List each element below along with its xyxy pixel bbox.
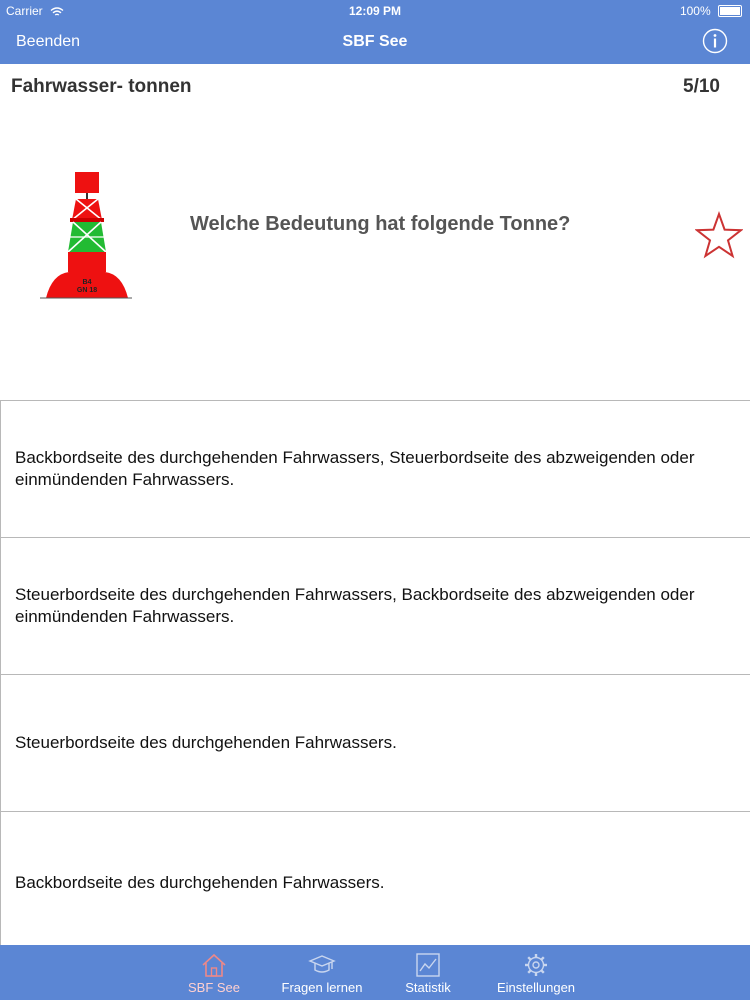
answer-option-1[interactable]: Backbordseite des durchgehenden Fahrwass… — [0, 400, 750, 537]
buoy-label-bottom: GN 18 — [77, 287, 97, 294]
tab-label: Statistik — [405, 980, 451, 995]
tab-bar: SBF See Fragen lernen Statistik Einstell… — [0, 945, 750, 1000]
tab-einstellungen[interactable]: Einstellungen — [486, 945, 586, 1000]
chart-icon — [416, 953, 440, 977]
status-time: 12:09 PM — [348, 4, 402, 18]
tab-fragen-lernen[interactable]: Fragen lernen — [272, 945, 372, 1000]
favorite-star-icon[interactable] — [695, 211, 743, 259]
tab-statistik[interactable]: Statistik — [388, 945, 468, 1000]
gear-icon — [525, 954, 547, 976]
answer-option-2[interactable]: Steuerbordseite des durchgehenden Fahrwa… — [0, 537, 750, 674]
answer-list: Backbordseite des durchgehenden Fahrwass… — [0, 400, 750, 954]
nav-title: SBF See — [342, 33, 408, 50]
graduation-cap-icon — [308, 955, 336, 973]
navigation-bar: Beenden SBF See — [0, 22, 750, 64]
home-icon — [202, 953, 226, 977]
buoy-label-top: B4 — [83, 279, 92, 286]
buoy-image: B4 GN 18 — [40, 172, 132, 299]
battery-indicator: 100% — [680, 4, 742, 18]
question-progress: 5/10 — [683, 76, 720, 97]
tab-sbf-see[interactable]: SBF See — [172, 945, 256, 1000]
question-text: Welche Bedeutung hat folgende Tonne? — [190, 213, 571, 235]
info-icon[interactable] — [702, 28, 728, 54]
tab-label: Einstellungen — [496, 980, 576, 995]
tab-label: SBF See — [187, 980, 241, 995]
tab-label: Fragen lernen — [281, 980, 363, 995]
battery-icon — [718, 5, 742, 17]
status-bar: Carrier 12:09 PM 100% — [0, 0, 750, 22]
question-header: Fahrwasser- tonnen 5/10 — [0, 64, 750, 108]
battery-percent: 100% — [679, 4, 711, 18]
quit-button[interactable]: Beenden — [16, 33, 80, 51]
answer-option-4[interactable]: Backbordseite des durchgehenden Fahrwass… — [0, 811, 750, 954]
answer-option-3[interactable]: Steuerbordseite des durchgehenden Fahrwa… — [0, 674, 750, 811]
category-title: Fahrwasser- tonnen — [11, 76, 192, 97]
